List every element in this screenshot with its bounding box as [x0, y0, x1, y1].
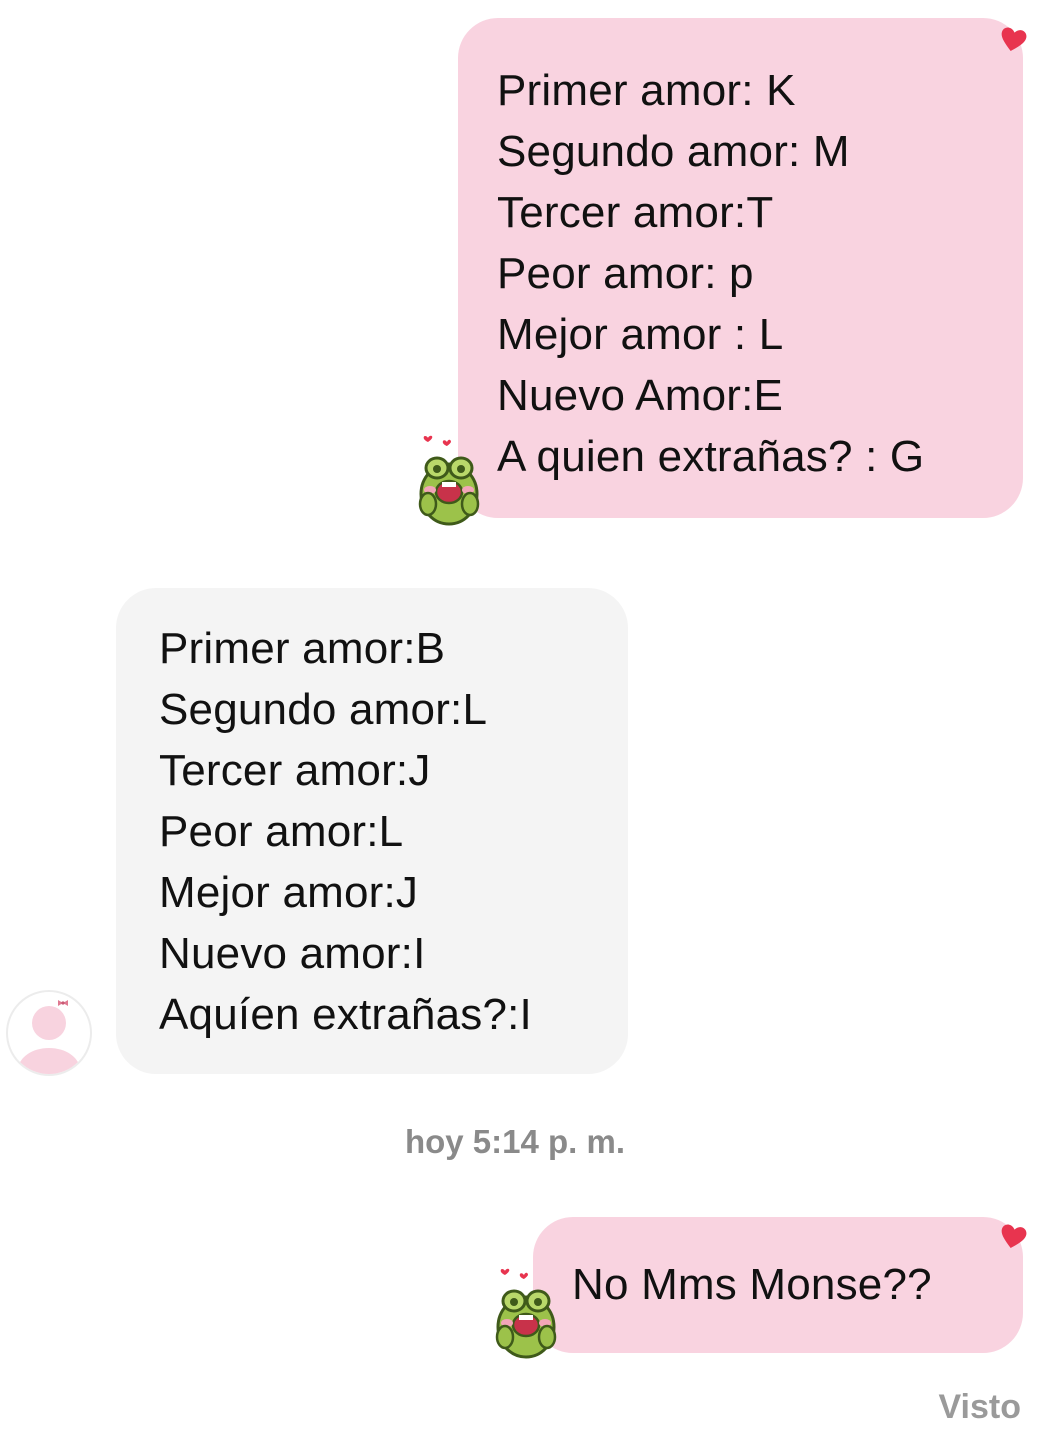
- frog-sticker-icon: [418, 435, 480, 526]
- message-line: Segundo amor:L: [159, 685, 488, 734]
- heart-icon[interactable]: [998, 25, 1028, 55]
- timestamp-day: hoy: [404, 1123, 464, 1160]
- message-line: Tercer amor:J: [159, 746, 431, 795]
- message-line: Aquíen extrañas?:I: [159, 990, 532, 1039]
- message-line: Mejor amor:J: [159, 868, 419, 917]
- message-line: Segundo amor: M: [497, 127, 850, 176]
- message-line: Peor amor:L: [159, 807, 404, 856]
- message-line: Nuevo amor:I: [159, 929, 426, 978]
- heart-icon[interactable]: [998, 1222, 1028, 1252]
- frog-sticker-icon: [495, 1268, 557, 1359]
- timestamp-time: 5:14 p. m.: [472, 1123, 626, 1160]
- message-line: Mejor amor : L: [497, 310, 784, 359]
- sent-message-bubble[interactable]: No Mms Monse??: [533, 1217, 1023, 1353]
- message-timestamp: hoy 5:14 p. m.: [0, 1123, 1030, 1161]
- message-line: A quien extrañas? : G: [497, 432, 925, 481]
- received-message-bubble[interactable]: Primer amor:B Segundo amor:L Tercer amor…: [116, 588, 628, 1074]
- sent-message-bubble[interactable]: Primer amor: K Segundo amor: M Tercer am…: [458, 18, 1023, 518]
- message-lines: No Mms Monse??: [572, 1254, 1023, 1315]
- message-line: No Mms Monse??: [572, 1260, 932, 1309]
- message-line: Primer amor:B: [159, 624, 446, 673]
- seen-status: Visto: [938, 1388, 1021, 1426]
- message-line: Tercer amor:T: [497, 188, 774, 237]
- message-line: Nuevo Amor:E: [497, 371, 784, 420]
- message-line: Primer amor: K: [497, 66, 796, 115]
- message-line: Peor amor: p: [497, 249, 754, 298]
- message-lines: Primer amor: K Segundo amor: M Tercer am…: [497, 60, 1023, 487]
- message-lines: Primer amor:B Segundo amor:L Tercer amor…: [159, 618, 628, 1045]
- default-avatar-icon[interactable]: [6, 990, 92, 1076]
